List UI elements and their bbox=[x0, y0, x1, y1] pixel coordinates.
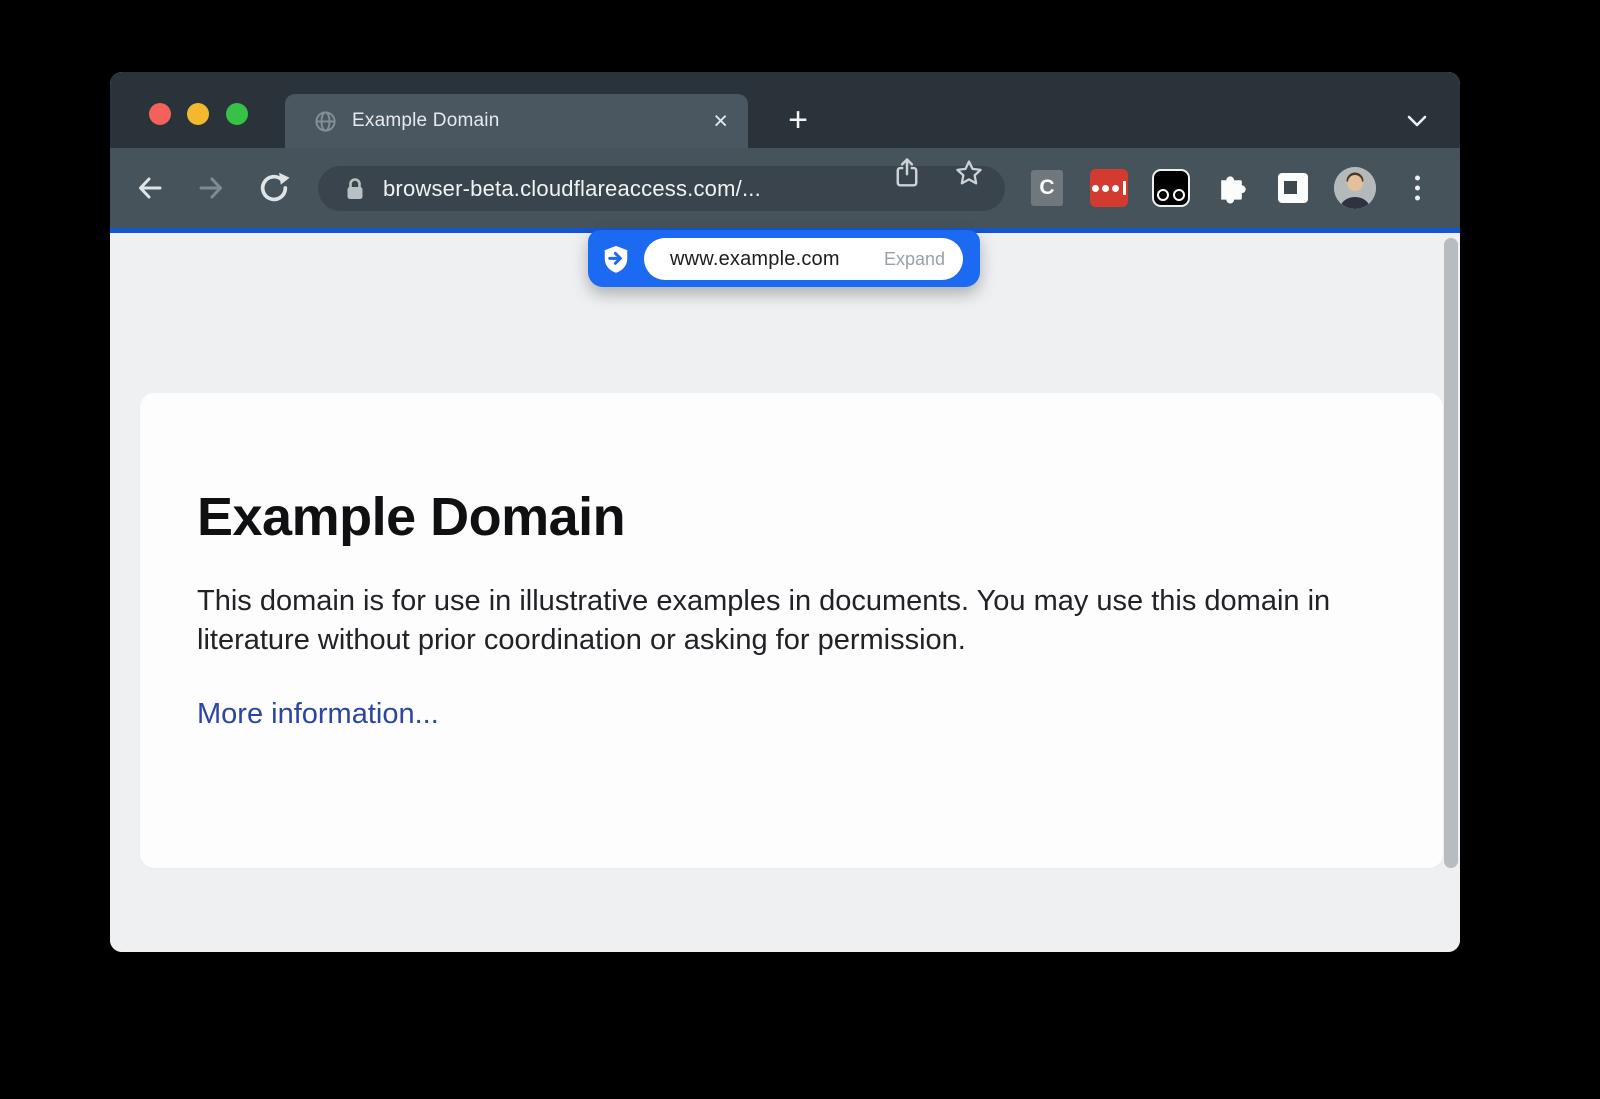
forward-button[interactable] bbox=[194, 171, 228, 205]
share-icon[interactable] bbox=[892, 157, 922, 189]
isolation-domain-pill[interactable]: www.example.com Expand bbox=[588, 230, 980, 287]
isolation-pill-inner[interactable]: www.example.com Expand bbox=[644, 238, 963, 280]
url-bar[interactable]: browser-beta.cloudflareaccess.com/... bbox=[318, 166, 1005, 211]
scrollbar-thumb[interactable] bbox=[1444, 238, 1458, 868]
tab-title: Example Domain bbox=[352, 110, 711, 132]
c-extension-icon[interactable]: C bbox=[1031, 170, 1063, 206]
page-paragraph: This domain is for use in illustrative e… bbox=[197, 582, 1367, 659]
browser-tab[interactable]: Example Domain × bbox=[285, 94, 748, 148]
tab-strip: Example Domain × + bbox=[110, 72, 1460, 148]
new-tab-button[interactable]: + bbox=[778, 101, 818, 141]
page-viewport: www.example.com Expand Example Domain Th… bbox=[110, 233, 1460, 952]
shield-arrow-icon bbox=[601, 244, 631, 274]
url-text: browser-beta.cloudflareaccess.com/... bbox=[383, 176, 761, 202]
extensions-puzzle-icon[interactable] bbox=[1216, 173, 1247, 204]
isolated-domain-text: www.example.com bbox=[670, 248, 840, 271]
back-button[interactable] bbox=[133, 171, 167, 205]
expand-button[interactable]: Expand bbox=[884, 249, 945, 270]
bookmark-star-icon[interactable] bbox=[954, 158, 984, 188]
browser-window: Example Domain × + bbox=[110, 72, 1460, 952]
side-panel-icon[interactable] bbox=[1278, 173, 1308, 203]
lock-icon[interactable] bbox=[344, 176, 366, 202]
content-card: Example Domain This domain is for use in… bbox=[140, 393, 1443, 868]
browser-menu-kebab-icon[interactable] bbox=[1412, 176, 1422, 201]
window-minimize-button[interactable] bbox=[187, 103, 209, 125]
desktop-background: Example Domain × + bbox=[0, 0, 1600, 1099]
globe-favicon-icon bbox=[314, 110, 337, 133]
window-zoom-button[interactable] bbox=[226, 103, 248, 125]
reload-button[interactable] bbox=[257, 171, 291, 205]
window-close-button[interactable] bbox=[149, 103, 171, 125]
red-dots-extension-icon[interactable] bbox=[1090, 169, 1128, 207]
tab-close-icon[interactable]: × bbox=[711, 109, 730, 134]
page-title: Example Domain bbox=[197, 485, 1383, 549]
more-information-link[interactable]: More information... bbox=[197, 698, 439, 731]
profile-avatar[interactable] bbox=[1334, 167, 1376, 209]
two-circles-extension-icon[interactable] bbox=[1152, 169, 1190, 207]
tab-search-chevron-icon[interactable] bbox=[1406, 114, 1428, 128]
toolbar: browser-beta.cloudflareaccess.com/... C bbox=[110, 148, 1460, 228]
